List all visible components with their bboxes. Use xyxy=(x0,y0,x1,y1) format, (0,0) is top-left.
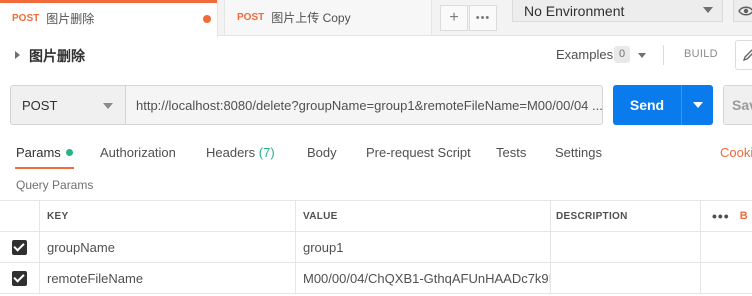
query-params-heading: Query Params xyxy=(16,178,94,192)
divider xyxy=(663,45,664,65)
request-name-bar: 图片删除 Examples 0 BUILD xyxy=(0,37,752,73)
save-button[interactable]: Sav xyxy=(723,85,752,125)
request-url-text: http://localhost:8080/delete?groupName=g… xyxy=(136,97,603,113)
table-row: remoteFileName M00/00/04/ChQXB1-GthqAFUn… xyxy=(0,263,752,294)
column-header-key: KEY xyxy=(40,201,296,231)
tab-request-inactive[interactable]: POST 图片上传 Copy xyxy=(224,0,432,36)
send-button[interactable]: Send xyxy=(613,85,681,125)
pencil-icon xyxy=(742,49,752,62)
unsaved-changes-dot-icon xyxy=(203,15,211,23)
tab-params[interactable]: Params xyxy=(15,145,74,169)
row-enabled-checkbox[interactable] xyxy=(12,270,27,286)
more-horizontal-icon[interactable]: ••• xyxy=(712,208,730,224)
chevron-down-icon xyxy=(703,7,713,13)
environment-select[interactable]: No Environment xyxy=(512,0,723,22)
table-header-row: KEY VALUE DESCRIPTION ••• B xyxy=(0,201,752,232)
tab-method-label: POST xyxy=(12,13,40,24)
tab-title: 图片删除 xyxy=(46,12,95,26)
save-button-label: Sav xyxy=(732,97,752,113)
chevron-down-icon[interactable] xyxy=(638,53,646,58)
more-horizontal-icon: ••• xyxy=(475,12,491,24)
table-row: groupName group1 xyxy=(0,232,752,263)
http-method-select[interactable]: POST xyxy=(10,85,126,125)
query-params-table: KEY VALUE DESCRIPTION ••• B groupName gr… xyxy=(0,200,752,294)
request-name[interactable]: 图片删除 xyxy=(29,46,85,66)
tab-options-button[interactable]: ••• xyxy=(469,5,497,31)
plus-icon: + xyxy=(449,9,459,26)
send-button-label: Send xyxy=(629,97,665,113)
request-url-input[interactable]: http://localhost:8080/delete?groupName=g… xyxy=(125,85,603,125)
tab-tests[interactable]: Tests xyxy=(496,145,526,160)
tab-pre-request-script[interactable]: Pre-request Script xyxy=(366,145,471,160)
row-checkbox-cell xyxy=(0,263,40,293)
environment-quick-look-button[interactable] xyxy=(733,0,752,22)
environment-selected-value: No Environment xyxy=(524,2,625,19)
tab-method-label: POST xyxy=(237,12,265,23)
build-mode-label[interactable]: BUILD xyxy=(684,48,718,60)
chevron-down-icon xyxy=(103,103,113,109)
active-params-dot-icon xyxy=(65,149,73,156)
bulk-edit-link[interactable]: B xyxy=(740,210,748,222)
param-key-field[interactable]: groupName xyxy=(40,232,296,262)
param-description-field[interactable] xyxy=(551,232,701,262)
column-header-value: VALUE xyxy=(296,201,551,231)
tab-title: 图片上传 Copy xyxy=(271,11,351,25)
examples-dropdown-label[interactable]: Examples xyxy=(556,47,613,62)
param-value-field[interactable]: M00/00/04/ChQXB1-GthqAFUnHAADc7k9I0 xyxy=(296,263,551,293)
row-actions-cell xyxy=(701,232,752,262)
cookies-link[interactable]: Cooki xyxy=(720,145,752,160)
tab-headers-label: Headers xyxy=(206,145,256,160)
header-checkbox-cell xyxy=(0,201,40,231)
headers-count-badge: (7) xyxy=(258,145,275,160)
examples-count-badge: 0 xyxy=(614,46,630,63)
column-header-actions: ••• B xyxy=(701,201,752,231)
tab-authorization[interactable]: Authorization xyxy=(100,145,176,160)
request-tab-strip: POST 图片删除 POST 图片上传 Copy + ••• No Enviro… xyxy=(0,0,752,37)
row-checkbox-cell xyxy=(0,232,40,262)
tab-body[interactable]: Body xyxy=(307,145,337,160)
column-header-description: DESCRIPTION xyxy=(551,201,701,231)
new-tab-button[interactable]: + xyxy=(440,5,468,31)
row-actions-cell xyxy=(701,263,752,293)
param-key-field[interactable]: remoteFileName xyxy=(40,263,296,293)
param-value-field[interactable]: group1 xyxy=(296,232,551,262)
tab-request-active[interactable]: POST 图片删除 xyxy=(0,0,218,37)
eye-icon xyxy=(738,6,752,15)
tab-params-label: Params xyxy=(16,145,61,160)
caret-right-icon[interactable] xyxy=(15,51,20,59)
tab-settings[interactable]: Settings xyxy=(555,145,602,160)
row-enabled-checkbox[interactable] xyxy=(12,239,27,255)
send-options-dropdown-button[interactable] xyxy=(681,85,713,125)
http-method-value: POST xyxy=(22,97,58,113)
param-description-field[interactable] xyxy=(551,263,701,293)
edit-button[interactable] xyxy=(735,40,752,70)
tab-headers[interactable]: Headers (7) xyxy=(206,145,275,160)
request-section-tabs: Params Authorization Headers (7) Body Pr… xyxy=(0,138,752,170)
